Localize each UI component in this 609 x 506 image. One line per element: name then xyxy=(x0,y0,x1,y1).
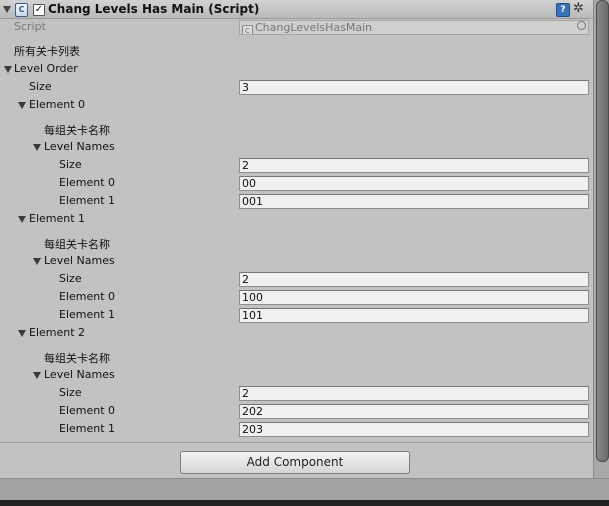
gear-icon[interactable]: ✲ xyxy=(573,1,584,16)
element-2-item-1-label: Element 1 xyxy=(59,422,116,435)
level-order-foldout-icon[interactable] xyxy=(4,66,12,73)
element-1-label[interactable]: Element 1 xyxy=(29,210,85,228)
element-0-item-0-label: Element 0 xyxy=(59,176,116,189)
element-2-size-label: Size xyxy=(59,386,82,399)
section-header-all-levels: 所有关卡列表 xyxy=(14,45,80,58)
script-label: Script xyxy=(14,20,46,33)
element-1-item-1-label: Element 1 xyxy=(59,308,116,321)
element-2-item-0-field[interactable]: 202 xyxy=(239,404,589,419)
element-0-item-0-field[interactable]: 00 xyxy=(239,176,589,191)
script-field-value: ChangLevelsHasMain xyxy=(255,21,373,34)
vertical-scrollbar[interactable] xyxy=(593,0,609,478)
script-field[interactable]: C ChangLevelsHasMain xyxy=(239,20,589,35)
add-component-button[interactable]: Add Component xyxy=(180,451,410,474)
bottom-panel-strip xyxy=(0,478,609,501)
element-1-size-label: Size xyxy=(59,272,82,285)
element-2-label[interactable]: Element 2 xyxy=(29,324,85,342)
element-1-item-0-field[interactable]: 100 xyxy=(239,290,589,305)
element-2-level-names-foldout-icon[interactable] xyxy=(33,372,41,379)
element-2-foldout-icon[interactable] xyxy=(18,330,26,337)
element-1-size-field[interactable]: 2 xyxy=(239,272,589,287)
element-0-level-names-foldout-icon[interactable] xyxy=(33,144,41,151)
element-0-item-1-field[interactable]: 001 xyxy=(239,194,589,209)
scrollbar-thumb[interactable] xyxy=(596,0,609,462)
element-0-item-1-label: Element 1 xyxy=(59,194,116,207)
element-2-item-0-label: Element 0 xyxy=(59,404,116,417)
element-1-level-names-label[interactable]: Level Names xyxy=(44,252,115,270)
divider xyxy=(0,442,593,443)
element-2-item-1-field[interactable]: 203 xyxy=(239,422,589,437)
component-enabled-checkbox[interactable]: ✓ xyxy=(33,4,45,16)
element-1-level-names-foldout-icon[interactable] xyxy=(33,258,41,265)
script-component-icon: C xyxy=(15,3,28,17)
script-asset-icon: C xyxy=(242,25,253,34)
element-1-item-1-field[interactable]: 101 xyxy=(239,308,589,323)
element-1-foldout-icon[interactable] xyxy=(18,216,26,223)
element-0-foldout-icon[interactable] xyxy=(18,102,26,109)
object-picker-icon[interactable] xyxy=(577,21,586,30)
level-order-size-label: Size xyxy=(29,80,52,93)
level-order-label[interactable]: Level Order xyxy=(14,60,78,78)
element-0-size-field[interactable]: 2 xyxy=(239,158,589,173)
element-0-size-label: Size xyxy=(59,158,82,171)
component-foldout-icon[interactable] xyxy=(3,6,11,13)
element-0-level-names-label[interactable]: Level Names xyxy=(44,138,115,156)
component-title: Chang Levels Has Main (Script) xyxy=(48,2,260,16)
element-1-item-0-label: Element 0 xyxy=(59,290,116,303)
bottom-edge xyxy=(0,500,609,506)
element-2-level-names-label[interactable]: Level Names xyxy=(44,366,115,384)
help-icon[interactable]: ? xyxy=(556,3,570,17)
element-0-label[interactable]: Element 0 xyxy=(29,96,85,114)
element-2-size-field[interactable]: 2 xyxy=(239,386,589,401)
level-order-size-field[interactable]: 3 xyxy=(239,80,589,95)
component-header[interactable]: C ✓ Chang Levels Has Main (Script) ? ✲ xyxy=(0,0,593,19)
